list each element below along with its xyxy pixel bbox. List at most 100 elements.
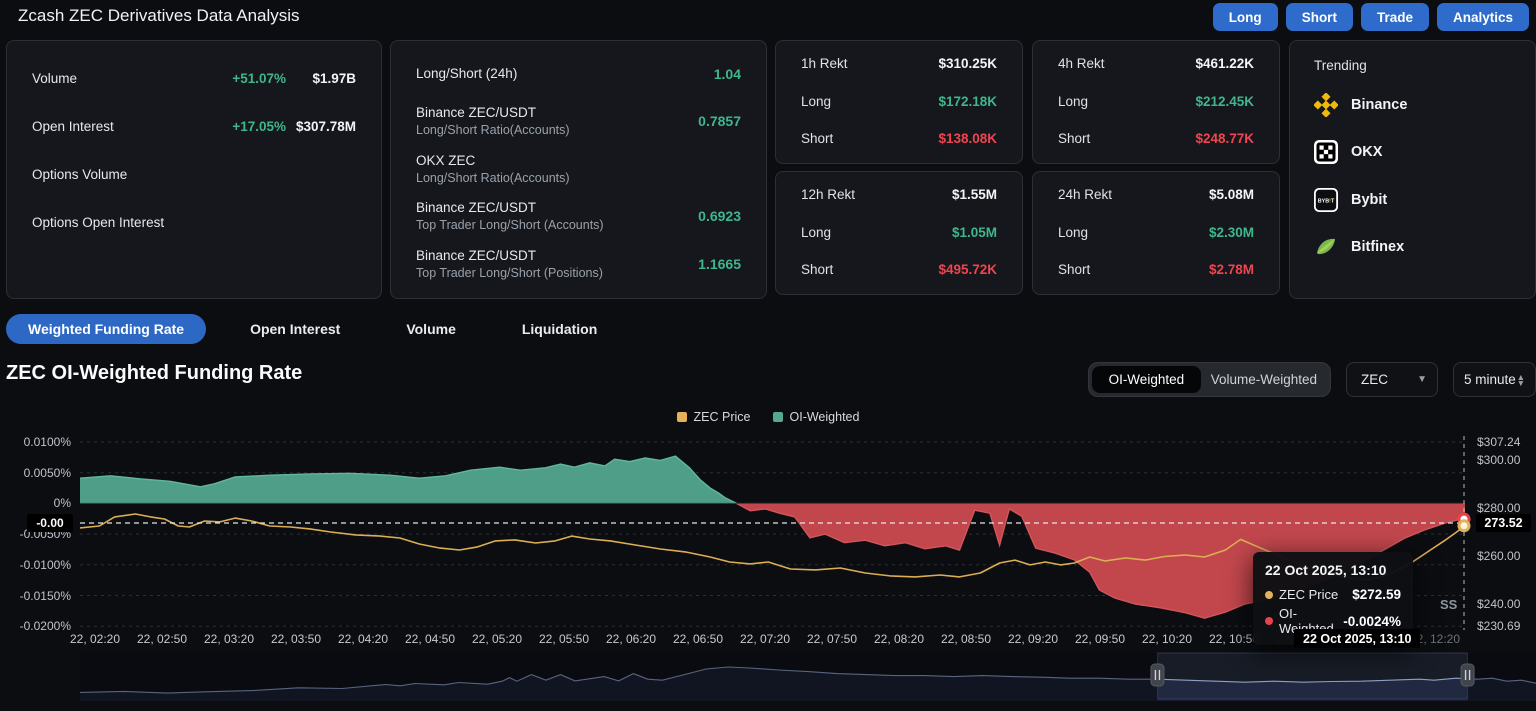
symbol-select[interactable]: ZEC ▼ [1346,362,1438,397]
ratio-value: 1.04 [714,66,741,82]
ratio-row: Binance ZEC/USDT Top Trader Long/Short (… [416,240,741,288]
open-interest-label: Open Interest [32,119,166,134]
long-short-card: Long/Short (24h) 1.04 Binance ZEC/USDT L… [390,40,767,299]
rekt-short-label: Short [801,131,833,146]
trending-name: Binance [1351,97,1407,113]
overview-row-open-interest: Open Interest +17.05% $307.78M [32,102,356,150]
header-buttons: Long Short Trade Analytics [1213,3,1529,31]
rekt-long-label: Long [801,94,831,109]
oi-weighted-dot-icon [1265,617,1273,625]
rekt-short-value: $495.72K [938,262,997,277]
ratio-title: Binance ZEC/USDT [416,200,698,215]
x-axis-label: 22, 05:20 [464,632,530,646]
x-axis-label: 22, 06:50 [665,632,731,646]
ratio-subtitle: Top Trader Long/Short (Accounts) [416,218,698,232]
rekt-total: $461.22K [1195,56,1254,71]
tooltip-row-price: ZEC Price $272.59 [1265,587,1401,602]
weighted-toggle: OI-Weighted Volume-Weighted [1088,362,1331,397]
ratio-title: Long/Short (24h) [416,66,714,81]
legend-label: ZEC Price [694,410,751,424]
trending-item-binance[interactable]: Binance [1314,81,1535,129]
current-funding-badge: -0.00 [27,514,73,532]
tab-liquidation[interactable]: Liquidation [500,321,619,337]
x-axis-label: 22, 08:50 [933,632,999,646]
rekt-long-label: Long [1058,94,1088,109]
chart-tabs: Weighted Funding Rate Open Interest Volu… [6,314,619,344]
binance-icon [1314,93,1338,117]
ratio-row: Binance ZEC/USDT Long/Short Ratio(Accoun… [416,98,741,146]
trending-name: OKX [1351,144,1382,160]
trending-title: Trending [1290,41,1535,73]
derivatives-dashboard: Zcash ZEC Derivatives Data Analysis Long… [0,0,1536,711]
interval-select[interactable]: 5 minute ▲▼ [1453,362,1536,397]
trending-item-okx[interactable]: OKX [1314,129,1535,177]
tab-volume[interactable]: Volume [384,321,478,337]
ratio-subtitle: Long/Short Ratio(Accounts) [416,123,698,137]
symbol-select-value: ZEC [1361,372,1388,387]
x-axis-label: 22, 07:20 [732,632,798,646]
rekt-short-value: $2.78M [1209,262,1254,277]
overview-card: Volume +51.07% $1.97B Open Interest +17.… [6,40,382,299]
rekt-long-value: $1.05M [952,225,997,240]
volume-change: +51.07% [166,71,286,86]
short-button[interactable]: Short [1286,3,1353,31]
legend-item[interactable]: OI-Weighted [773,410,860,424]
watermark-fragment: SS [1440,597,1457,612]
overview-row-options-volume: Options Volume [32,150,356,198]
rekt-period: 24h Rekt [1058,187,1112,202]
options-volume-label: Options Volume [32,167,166,182]
ratio-subtitle: Top Trader Long/Short (Positions) [416,266,698,280]
volume-label: Volume [32,71,166,86]
x-axis-label: 22, 07:50 [799,632,865,646]
ratio-value: 0.7857 [698,113,741,129]
legend-item[interactable]: ZEC Price [677,410,751,424]
x-axis-label: 22, 08:20 [866,632,932,646]
tooltip-title: 22 Oct 2025, 13:10 [1265,562,1401,578]
svg-text:BYB!T: BYB!T [1318,198,1335,204]
legend-label: OI-Weighted [790,410,860,424]
rekt-long-label: Long [801,225,831,240]
rekt-long-value: $2.30M [1209,225,1254,240]
trending-name: Bitfinex [1351,239,1404,255]
navigator-handle[interactable] [1151,664,1164,686]
rekt-short-label: Short [801,262,833,277]
volume-value: $1.97B [286,71,356,86]
ratio-value: 1.1665 [698,256,741,272]
x-axis-label: 22, 04:20 [330,632,396,646]
options-open-interest-label: Options Open Interest [32,215,166,230]
open-interest-change: +17.05% [166,119,286,134]
x-axis-label: 22, 03:50 [263,632,329,646]
rekt-short-label: Short [1058,131,1090,146]
chart-legend: ZEC Price OI-Weighted [0,410,1536,424]
trending-item-bitfinex[interactable]: Bitfinex [1314,224,1535,272]
legend-swatch-icon [773,412,783,422]
long-button[interactable]: Long [1213,3,1278,31]
rekt-1h-card: 1h Rekt$310.25K Long$172.18K Short$138.0… [775,40,1023,164]
toggle-oi-weighted[interactable]: OI-Weighted [1092,366,1201,393]
chart-navigator[interactable] [0,650,1536,711]
trade-button[interactable]: Trade [1361,3,1429,31]
x-axis-label: 22, 09:20 [1000,632,1066,646]
rekt-long-label: Long [1058,225,1088,240]
rekt-4h-card: 4h Rekt$461.22K Long$212.45K Short$248.7… [1032,40,1280,164]
ratio-row: Long/Short (24h) 1.04 [416,50,741,98]
tab-open-interest[interactable]: Open Interest [228,321,362,337]
toggle-volume-weighted[interactable]: Volume-Weighted [1201,366,1327,393]
analytics-button[interactable]: Analytics [1437,3,1529,31]
open-interest-value: $307.78M [286,119,356,134]
navigator-handle[interactable] [1461,664,1474,686]
page-title: Zcash ZEC Derivatives Data Analysis [18,6,300,26]
rekt-long-value: $212.45K [1195,94,1254,109]
rekt-period: 1h Rekt [801,56,848,71]
price-dot-icon [1265,591,1273,599]
rekt-total: $310.25K [938,56,997,71]
ratio-value: 0.6923 [698,208,741,224]
x-axis-label: 22, 09:50 [1067,632,1133,646]
trending-item-bybit[interactable]: BYB!T Bybit [1314,176,1535,224]
chart-title: ZEC OI-Weighted Funding Rate [6,362,302,385]
tab-weighted-funding-rate[interactable]: Weighted Funding Rate [6,314,206,344]
x-axis-label: 22, 10:20 [1134,632,1200,646]
ratio-title: Binance ZEC/USDT [416,248,698,263]
ratio-title: OKX ZEC [416,153,741,168]
rekt-12h-card: 12h Rekt$1.55M Long$1.05M Short$495.72K [775,171,1023,295]
